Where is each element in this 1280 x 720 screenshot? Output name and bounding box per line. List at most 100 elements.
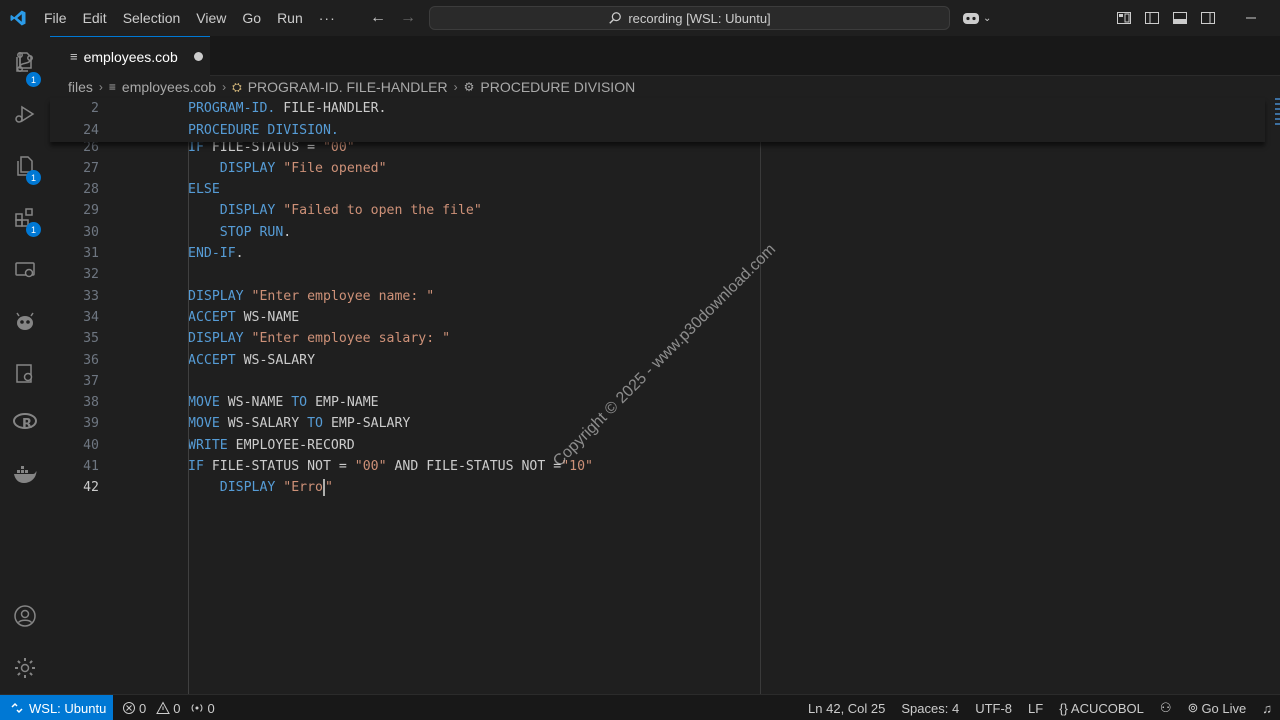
line-number: 39 <box>83 416 99 432</box>
line-number: 2 <box>91 101 99 116</box>
menu-run[interactable]: Run <box>269 0 311 36</box>
toggle-panel-icon[interactable] <box>1166 0 1194 36</box>
r-language-icon[interactable]: R <box>0 398 50 446</box>
remote-explorer-icon[interactable] <box>0 246 50 294</box>
identifier-token: EMP-SALARY <box>323 416 411 432</box>
copilot-menu[interactable]: ⌄ <box>962 9 996 27</box>
forward-arrow-icon[interactable]: → <box>398 8 418 28</box>
keyword-token: END-IF <box>188 246 236 261</box>
toggle-secondary-sidebar-icon[interactable] <box>1194 0 1222 36</box>
line-number: 34 <box>83 309 99 325</box>
code-text: DISPLAY "File opened" <box>188 158 387 179</box>
language-mode[interactable]: {} ACUCOBOL <box>1059 701 1144 716</box>
code-line[interactable]: 28 ELSE <box>50 179 1265 200</box>
code-text: DISPLAY "Failed to open the file" <box>188 200 482 221</box>
remote-indicator[interactable]: WSL: Ubuntu <box>0 695 113 720</box>
notifications-bell-icon[interactable]: ♫ <box>1262 701 1272 716</box>
identifier-token: AND FILE-STATUS NOT = <box>386 459 562 474</box>
extensions-icon[interactable]: 1 <box>0 194 50 242</box>
settings-gear-icon[interactable] <box>0 644 50 692</box>
menu-go[interactable]: Go <box>234 0 269 36</box>
command-center[interactable]: recording [WSL: Ubuntu] <box>429 6 950 30</box>
tab-label: employees.cob <box>83 48 178 65</box>
line-number: 42 <box>83 480 99 496</box>
docker-icon[interactable] <box>0 450 50 498</box>
explorer-files-badge: 1 <box>26 170 41 185</box>
identifier-token: FILE-STATUS NOT = <box>203 459 355 474</box>
code-line[interactable]: 30 STOP RUN. <box>50 222 1265 243</box>
code-line[interactable]: 27 DISPLAY "File opened" <box>50 158 1265 179</box>
sticky-scroll[interactable]: 2 PROGRAM-ID. FILE-HANDLER. 24 PROCEDURE DI… <box>50 98 1265 142</box>
code-text: ACCEPT WS-SALARY <box>188 350 315 371</box>
menu-edit[interactable]: Edit <box>75 0 115 36</box>
keyword-token: PROCEDURE DIVISION. <box>188 122 339 138</box>
code-line[interactable]: 35 DISPLAY "Enter employee salary: " <box>50 328 1265 349</box>
line-number: 33 <box>83 288 99 304</box>
code-line[interactable]: 29 DISPLAY "Failed to open the file" <box>50 200 1265 221</box>
testing-icon[interactable] <box>0 350 50 398</box>
minimize-window-icon[interactable] <box>1222 0 1280 36</box>
cursor-position[interactable]: Ln 42, Col 25 <box>808 701 885 716</box>
tab-bar: ≡ employees.cob <box>50 36 1280 76</box>
live-server[interactable]: ⊚ Go Live <box>1188 700 1247 716</box>
toggle-primary-sidebar-icon[interactable] <box>1138 0 1166 36</box>
keyword-token: IF <box>188 459 204 474</box>
end-of-line[interactable]: LF <box>1028 701 1043 716</box>
breadcrumb-program-id[interactable]: PROGRAM-ID. FILE-HANDLER <box>248 79 448 95</box>
warnings-value: 0 <box>173 700 181 716</box>
status-bar: WSL: Ubuntu 0 0 0 Ln 42, Col 25 Spaces: … <box>0 694 1280 720</box>
code-text: WRITE EMPLOYEE-RECORD <box>188 435 355 456</box>
accounts-icon[interactable] <box>0 592 50 640</box>
explorer-files-icon[interactable]: 1 <box>0 142 50 190</box>
code-line[interactable]: 31 END-IF. <box>50 243 1265 264</box>
problems-status[interactable]: 0 0 0 <box>122 695 215 720</box>
vscode-logo-icon <box>0 0 36 36</box>
sticky-line[interactable]: 2 PROGRAM-ID. FILE-HANDLER. <box>50 98 1265 119</box>
line-number: 38 <box>83 395 99 411</box>
customize-layout-icon[interactable] <box>1110 0 1138 36</box>
keyword-token: DISPLAY <box>188 288 244 304</box>
code-editor[interactable]: 2 PROGRAM-ID. FILE-HANDLER. 24 PROCEDURE DI… <box>50 98 1280 694</box>
code-line[interactable]: 32 <box>50 264 1265 285</box>
sticky-line[interactable]: 24 PROCEDURE DIVISION. <box>50 120 1265 141</box>
identifier-token: WS-NAME <box>235 309 300 325</box>
keyword-token: DISPLAY <box>188 160 276 176</box>
code-line[interactable]: 41 IF FILE-STATUS NOT = "00" AND FILE-STA… <box>50 456 1265 477</box>
breadcrumb-folder[interactable]: files <box>68 79 93 95</box>
ports-count[interactable]: 0 <box>190 701 215 716</box>
code-line[interactable]: 34 ACCEPT WS-NAME <box>50 307 1265 328</box>
menu-selection[interactable]: Selection <box>115 0 189 36</box>
alien-extension-icon[interactable] <box>0 298 50 346</box>
warnings-count[interactable]: 0 <box>156 701 180 716</box>
breadcrumb-file[interactable]: employees.cob <box>122 79 216 95</box>
code-line[interactable]: 39 MOVE WS-SALARY TO EMP-SALARY <box>50 413 1265 434</box>
line-number: 29 <box>83 203 99 219</box>
back-arrow-icon[interactable]: ← <box>368 8 388 28</box>
string-token: "File opened" <box>283 160 387 176</box>
code-line[interactable]: 38 MOVE WS-NAME TO EMP-NAME <box>50 392 1265 413</box>
menu-file[interactable]: File <box>36 0 75 36</box>
title-bar: File Edit Selection View Go Run ··· ← → record… <box>0 0 1280 36</box>
code-text: PROCEDURE DIVISION. <box>188 120 339 141</box>
code-line[interactable]: 33 DISPLAY "Enter employee name: " <box>50 286 1265 307</box>
copilot-status-icon[interactable]: ⚇ <box>1160 700 1172 716</box>
keyword-token: PROGRAM-ID. <box>188 101 276 116</box>
indentation[interactable]: Spaces: 4 <box>901 701 959 716</box>
more-menu-button[interactable]: ··· <box>311 0 344 36</box>
run-debug-icon[interactable] <box>0 90 50 138</box>
minimap[interactable] <box>1275 98 1280 138</box>
keyword-token: ACCEPT <box>188 309 236 325</box>
symbol-icon: ⛭ <box>232 79 242 94</box>
source-control-icon[interactable] <box>0 38 50 86</box>
code-line[interactable]: 40 WRITE EMPLOYEE-RECORD <box>50 435 1265 456</box>
breadcrumb-procedure-division[interactable]: PROCEDURE DIVISION <box>480 79 635 95</box>
keyword-token: DISPLAY <box>188 203 276 219</box>
identifier-token: EMP-NAME <box>307 395 379 411</box>
tab-employees-cob[interactable]: ≡ employees.cob <box>50 36 210 76</box>
unsaved-dot-icon[interactable] <box>193 52 203 61</box>
remote-icon <box>11 702 23 714</box>
errors-count[interactable]: 0 <box>122 701 146 716</box>
code-line[interactable]: 42 DISPLAY "Erro " <box>50 477 1265 498</box>
menu-view[interactable]: View <box>188 0 234 36</box>
encoding[interactable]: UTF-8 <box>975 701 1012 716</box>
